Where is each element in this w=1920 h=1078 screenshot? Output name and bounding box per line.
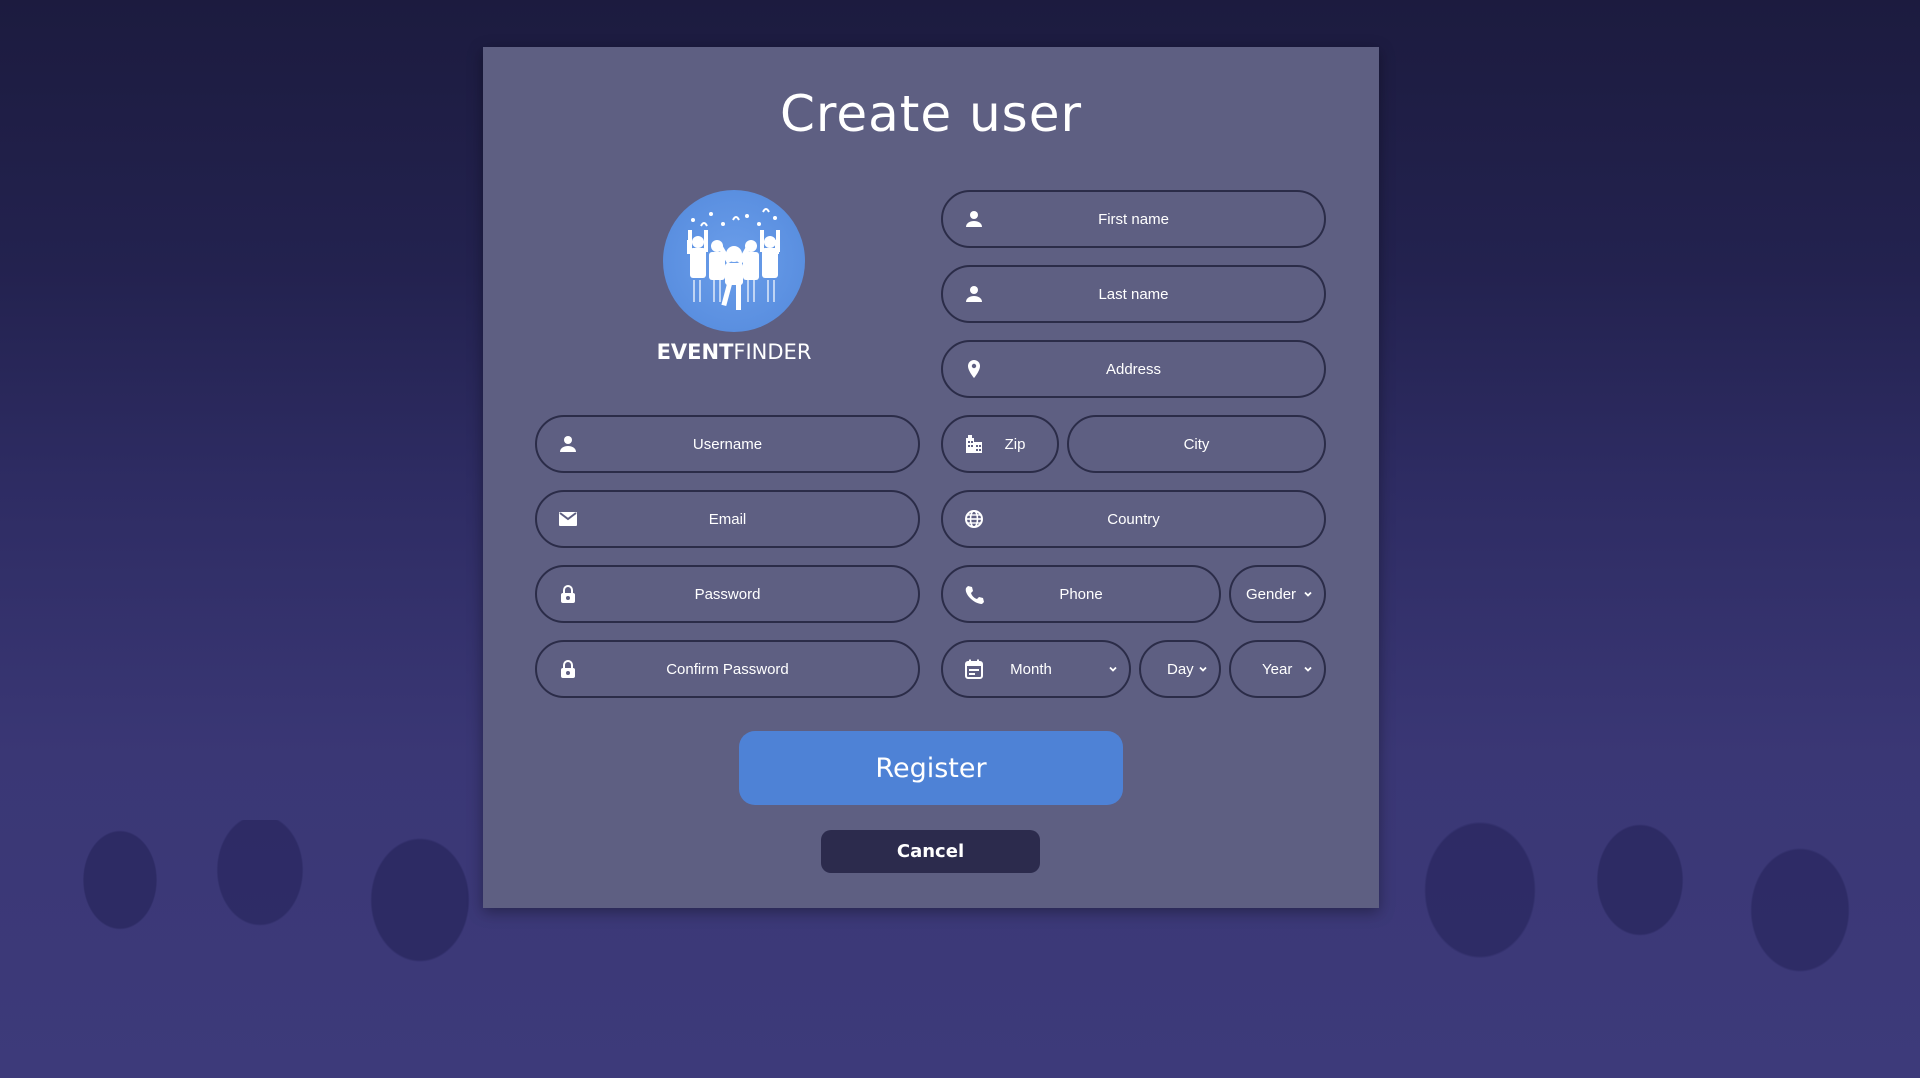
brand-bold: EVENT (656, 340, 734, 364)
month-select[interactable]: Month (941, 640, 1131, 698)
phone-icon (963, 583, 985, 605)
chevron-down-icon (1304, 591, 1312, 597)
address-field[interactable]: Address (941, 340, 1326, 398)
day-value: Day (1167, 660, 1194, 678)
lock-icon (557, 583, 579, 605)
brand-light: FINDER (733, 340, 812, 364)
chevron-down-icon (1304, 666, 1312, 672)
last-name-field[interactable]: Last name (941, 265, 1326, 323)
register-button[interactable]: Register (739, 731, 1123, 805)
phone-field[interactable]: Phone (941, 565, 1221, 623)
confirm-password-field[interactable]: Confirm Password (535, 640, 920, 698)
zip-placeholder: Zip (1004, 435, 1026, 453)
password-placeholder: Password (694, 585, 761, 603)
last-name-placeholder: Last name (1098, 285, 1169, 303)
phone-placeholder: Phone (1059, 585, 1103, 603)
year-value: Year (1262, 660, 1293, 678)
month-value: Month (1010, 660, 1052, 678)
address-placeholder: Address (1105, 360, 1162, 378)
building-icon (963, 433, 985, 455)
person-icon (557, 433, 579, 455)
location-pin-icon (963, 358, 985, 380)
mail-icon (557, 508, 579, 530)
first-name-placeholder: First name (1098, 210, 1169, 228)
confirm-password-placeholder: Confirm Password (666, 660, 789, 678)
chevron-down-icon (1109, 666, 1117, 672)
calendar-icon (963, 658, 985, 680)
first-name-field[interactable]: First name (941, 190, 1326, 248)
person-icon (963, 208, 985, 230)
password-field[interactable]: Password (535, 565, 920, 623)
country-placeholder: Country (1107, 510, 1160, 528)
username-placeholder: Username (692, 435, 763, 453)
gender-select[interactable]: Gender (1229, 565, 1326, 623)
person-icon (963, 283, 985, 305)
email-field[interactable]: Email (535, 490, 920, 548)
eventfinder-logo (663, 190, 805, 332)
email-placeholder: Email (708, 510, 747, 528)
city-placeholder: City (1183, 435, 1210, 453)
country-field[interactable]: Country (941, 490, 1326, 548)
year-select[interactable]: Year (1229, 640, 1326, 698)
crowd-logo-icon (687, 208, 780, 310)
brand-name: EVENTFINDER (640, 340, 828, 364)
gender-value: Gender (1246, 585, 1297, 603)
globe-icon (963, 508, 985, 530)
lock-icon (557, 658, 579, 680)
username-field[interactable]: Username (535, 415, 920, 473)
chevron-down-icon (1199, 666, 1207, 672)
zip-field[interactable]: Zip (941, 415, 1059, 473)
cancel-button[interactable]: Cancel (821, 830, 1040, 873)
city-field[interactable]: City (1067, 415, 1326, 473)
page-title: Create user (779, 85, 1083, 143)
day-select[interactable]: Day (1139, 640, 1221, 698)
